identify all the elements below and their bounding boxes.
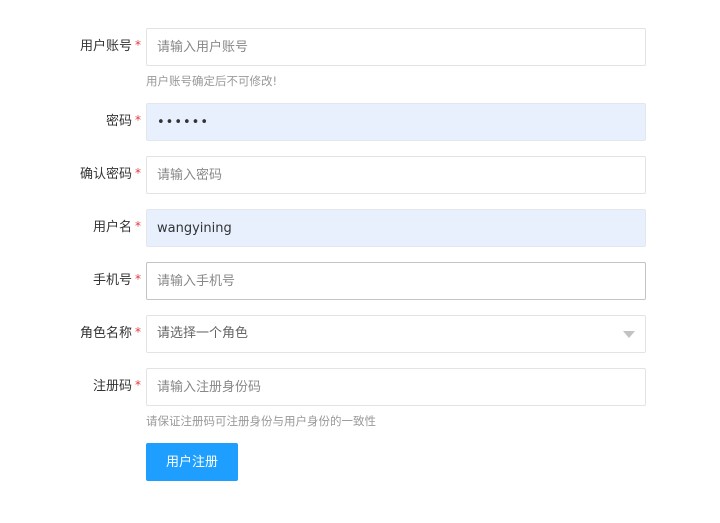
reg-code-row: 注册码 * [0, 368, 720, 406]
username-label: 用户名 [92, 220, 132, 235]
username-field [146, 209, 646, 247]
account-input[interactable] [147, 29, 645, 65]
role-required-mark: * [135, 325, 141, 339]
username-required-mark: * [135, 219, 141, 233]
confirm-password-required-mark: * [135, 166, 141, 180]
role-label: 角色名称 [79, 326, 132, 341]
confirm-password-label: 确认密码 [79, 167, 132, 182]
account-hint: 用户账号确定后不可修改! [146, 74, 278, 88]
phone-field [146, 262, 646, 300]
confirm-password-input[interactable] [147, 157, 645, 193]
phone-label: 手机号 [92, 273, 132, 288]
confirm-password-field [146, 156, 646, 194]
register-button[interactable]: 用户注册 [146, 443, 238, 481]
password-label: 密码 [105, 114, 132, 129]
reg-code-label: 注册码 [92, 379, 132, 394]
password-input[interactable] [147, 104, 645, 140]
role-select-value: 请选择一个角色 [157, 326, 249, 341]
password-row: 密码 * [0, 103, 720, 141]
account-label: 用户账号 [79, 39, 132, 54]
chevron-down-icon [623, 331, 635, 338]
role-select[interactable]: 请选择一个角色 [146, 315, 646, 353]
account-required-mark: * [135, 38, 141, 52]
reg-code-required-mark: * [135, 378, 141, 392]
reg-code-input[interactable] [147, 369, 645, 405]
password-field [146, 103, 646, 141]
username-input[interactable] [147, 210, 645, 246]
phone-input[interactable] [147, 263, 645, 299]
reg-code-field [146, 368, 646, 406]
password-required-mark: * [135, 113, 141, 127]
reg-code-hint: 请保证注册码可注册身份与用户身份的一致性 [146, 414, 376, 428]
phone-required-mark: * [135, 272, 141, 286]
confirm-password-row: 确认密码 * [0, 156, 720, 194]
account-row: 用户账号 * [0, 28, 720, 66]
role-row: 角色名称 * 请选择一个角色 [0, 315, 720, 353]
account-field [146, 28, 646, 66]
username-row: 用户名 * [0, 209, 720, 247]
phone-row: 手机号 * [0, 262, 720, 300]
